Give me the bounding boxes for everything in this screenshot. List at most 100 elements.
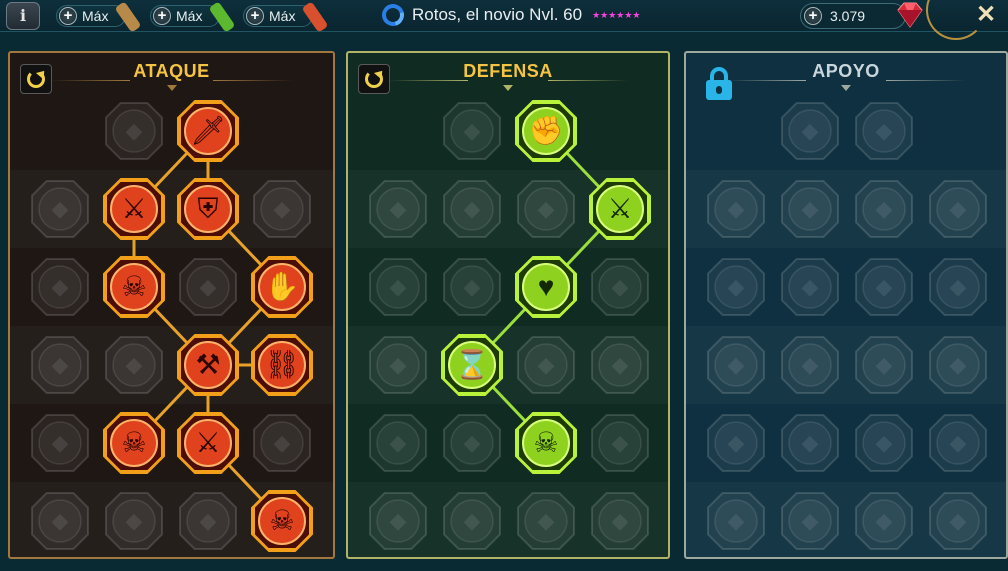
dome-shield-icon[interactable]: ◆ [778,177,842,241]
eagle-icon-glyph: ◆ [949,508,967,533]
armored-torso-icon[interactable]: ◆ [514,177,578,241]
dancer-icon[interactable]: ◆ [926,411,990,475]
deflect-blades-icon-glyph: ⚔ [607,193,633,224]
swirl-eye-icon-glyph: ◆ [875,118,893,143]
skull-heart-icon[interactable]: ♥ [514,255,578,319]
shield-strike-icon-glyph: ⛨ [197,193,219,224]
flaming-sword-icon[interactable]: ⚔ [102,177,166,241]
knight-helm-icon[interactable]: ◆ [102,489,166,553]
crossed-swords-icon[interactable]: ◆ [102,99,166,163]
claw-hand-icon-glyph: ✋ [264,271,300,302]
shield-plates-icon[interactable]: ◆ [440,99,504,163]
broken-chain-icon-glyph: ⛓ [264,349,300,380]
skull-hourglass-icon[interactable]: ⌛ [440,333,504,397]
horned-figure-icon[interactable]: ◆ [28,177,92,241]
add-icon[interactable]: + [59,7,77,25]
praying-hands-icon[interactable]: ◆ [704,177,768,241]
potion-3-label: Máx [269,8,296,24]
add-icon[interactable]: + [246,7,264,25]
heart-helm-icon[interactable]: ◆ [28,333,92,397]
gems-counter[interactable]: + 3.079 [800,3,906,29]
twin-skulls-icon[interactable]: ☠ [102,411,166,475]
compass-star-icon[interactable]: ◆ [704,411,768,475]
burning-skull-icon[interactable]: ☠ [250,489,314,553]
fist-icon[interactable]: ◆ [102,333,166,397]
figure-aura-icon[interactable]: ◆ [366,255,430,319]
champion-header: Rotos, el novio Nvl. 60 ★★★★★★ [377,0,641,31]
hooded-skull-icon[interactable]: ◆ [176,255,240,319]
heart-sparkle-icon[interactable]: ◆ [778,99,842,163]
attack-panel: ATAQUE ◆ 🗡 ◆ ⚔ ⛨ ◆ ◆ ☠ ◆ ✋ ◆ ◆ ⚒ ⛓ ◆ ☠ ⚔ ◆ ◆ ◆ ◆ ☠ [8,51,335,559]
swirl-eye-icon[interactable]: ◆ [852,99,916,163]
knight-sword-icon[interactable]: ◆ [440,255,504,319]
flame-drops-icon-glyph: ◆ [463,430,481,455]
sword-thrust-icon[interactable]: ◆ [28,489,92,553]
raised-fist-icon-glyph: ✊ [528,115,564,146]
brute-icon-glyph: ◆ [611,508,629,533]
broken-chain-icon[interactable]: ⛓ [250,333,314,397]
standing-figure-icon-glyph: ◆ [949,274,967,299]
ghoul-icon-glyph: ◆ [389,508,407,533]
praying-hands-icon-glyph: ◆ [727,196,745,221]
standing-figure-icon[interactable]: ◆ [926,255,990,319]
sparkle-figure-icon[interactable]: ◆ [704,255,768,319]
hammer-strike-icon-glyph: ◆ [51,274,69,299]
skull-icon-glyph: ◆ [801,508,819,533]
heart-crest-icon[interactable]: ◆ [250,177,314,241]
twin-skulls-icon-glyph: ☠ [121,427,147,458]
chain-link-icon[interactable]: ◆ [778,333,842,397]
flame-drops-icon[interactable]: ◆ [440,411,504,475]
hammer-strike-icon[interactable]: ◆ [28,255,92,319]
angry-face-icon[interactable]: ◆ [926,333,990,397]
chevron-armor-icon[interactable]: ◆ [366,177,430,241]
deflect-blades-icon[interactable]: ⚔ [588,177,652,241]
muscle-figure-icon[interactable]: ◆ [250,411,314,475]
swirl-shield-icon[interactable]: ◆ [588,411,652,475]
potion-flask-icon[interactable]: ◆ [704,489,768,553]
info-icon[interactable]: i [6,2,40,30]
close-button[interactable]: ✕ [970,0,1002,30]
brute-icon[interactable]: ◆ [588,489,652,553]
palm-icon[interactable]: ◆ [514,333,578,397]
raised-fist-icon[interactable]: ✊ [514,99,578,163]
lightning-icon[interactable]: ◆ [778,255,842,319]
heart-icon[interactable]: ◆ [704,333,768,397]
bull-head-icon[interactable]: ◆ [588,333,652,397]
demon-icon[interactable]: ◆ [176,489,240,553]
claw-slash-icon[interactable]: ◆ [28,411,92,475]
dash-boot-icon[interactable]: ◆ [778,411,842,475]
chevron-down-icon [841,85,851,91]
fanged-mouth-icon[interactable]: ☠ [102,255,166,319]
bull-head-icon-glyph: ◆ [611,352,629,377]
crowd-icon[interactable]: ◆ [366,333,430,397]
warrior-face-icon[interactable]: ◆ [514,489,578,553]
fortress-icon[interactable]: ◆ [852,489,916,553]
open-book-icon[interactable]: ◆ [852,333,916,397]
runner-icon[interactable]: ◆ [366,411,430,475]
add-gems-icon[interactable]: + [804,7,822,25]
hooded-skull-icon-glyph: ◆ [199,274,217,299]
skull-icon[interactable]: ◆ [778,489,842,553]
add-icon[interactable]: + [153,7,171,25]
rank-stars: ★★★★★★ [592,9,641,20]
axe-icon[interactable]: ⚒ [176,333,240,397]
winged-shield-icon[interactable]: ◆ [440,489,504,553]
swift-strike-icon[interactable]: ◆ [926,177,990,241]
eagle-icon[interactable]: ◆ [926,489,990,553]
hooded-face-icon[interactable]: ◆ [588,255,652,319]
bent-figure-icon[interactable]: ◆ [852,255,916,319]
claw-hand-icon[interactable]: ✋ [250,255,314,319]
chain-link-icon-glyph: ◆ [801,352,819,377]
shield-strike-icon[interactable]: ⛨ [176,177,240,241]
flame-skull-icon[interactable]: ◆ [852,177,916,241]
eye-icon[interactable]: ◆ [852,411,916,475]
runner-icon-glyph: ◆ [389,430,407,455]
shield-plates-icon-glyph: ◆ [463,118,481,143]
heart-helm-icon-glyph: ◆ [51,352,69,377]
dagger-icon[interactable]: 🗡 [176,99,240,163]
spiked-skull-icon[interactable]: ☠ [514,411,578,475]
heart-hand-icon[interactable]: ◆ [440,177,504,241]
ghoul-icon[interactable]: ◆ [366,489,430,553]
sword-ring-icon[interactable]: ⚔ [176,411,240,475]
potion-2-label: Máx [176,8,203,24]
